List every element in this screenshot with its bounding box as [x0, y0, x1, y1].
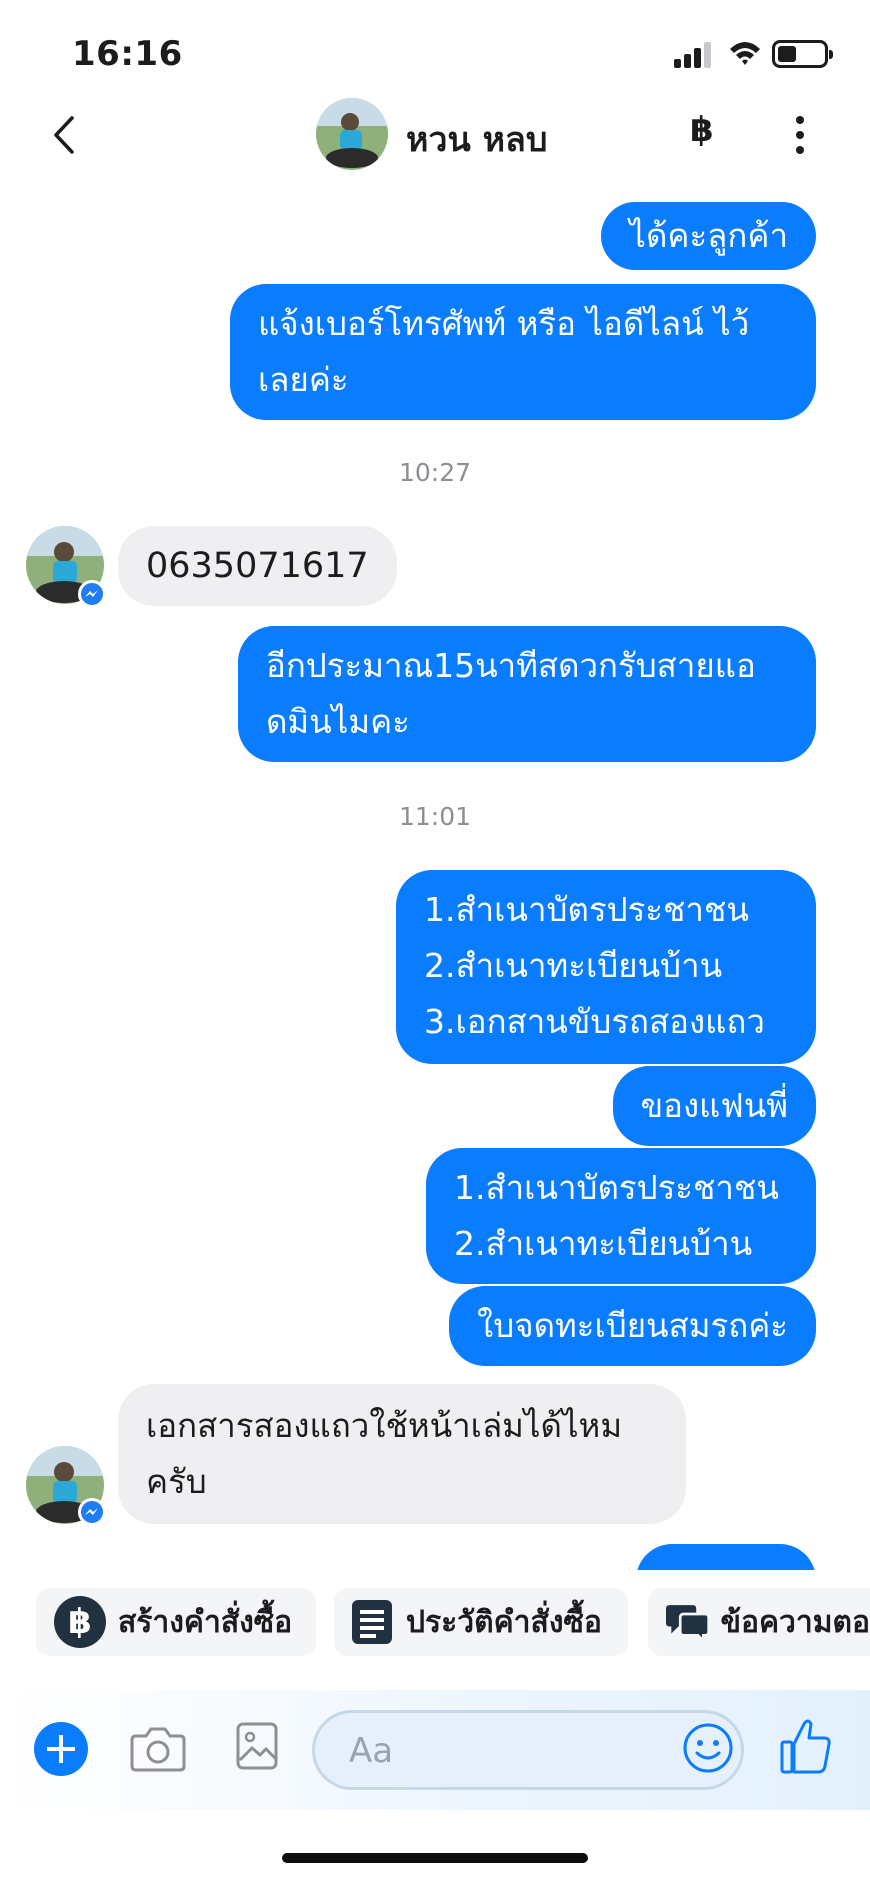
baht-payment-icon[interactable]: ฿	[690, 110, 714, 150]
messenger-badge-icon	[78, 580, 106, 608]
battery-icon	[772, 40, 833, 68]
create-order-label: สร้างคำสั่งซื้อ	[118, 1604, 293, 1640]
message-text: 2.สำเนาทะเบียนบ้าน	[454, 1224, 753, 1263]
message-composer: Aa	[0, 1690, 870, 1810]
message-input[interactable]: Aa	[312, 1710, 744, 1790]
outgoing-message[interactable]: 1.สำเนาบัตรประชาชน 2.สำเนาทะเบียนบ้าน	[426, 1148, 816, 1284]
message-text: อีกประมาณ15นาทีสดวกรับสายแอ	[266, 646, 756, 685]
contact-avatar[interactable]	[316, 98, 388, 170]
auto-reply-button[interactable]: ข้อความตอ	[648, 1588, 870, 1656]
outgoing-message[interactable]: 1.สำเนาบัตรประชาชน 2.สำเนาทะเบียนบ้าน 3.…	[396, 870, 816, 1064]
message-text: ได้คะลูกค้า	[629, 216, 788, 255]
chat-bubbles-icon	[666, 1605, 710, 1644]
message-text: 3.เอกสานขับรถสองแถว	[424, 1002, 765, 1041]
thumbs-up-icon[interactable]	[780, 1716, 832, 1776]
outgoing-message[interactable]: อีกประมาณ15นาทีสดวกรับสายแอ ดมินไมคะ	[238, 626, 816, 762]
timestamp: 11:01	[398, 802, 472, 831]
order-history-button[interactable]: ประวัติคำสั่งซื้อ	[334, 1588, 628, 1656]
message-text: 1.สำเนาบัตรประชาชน	[424, 890, 749, 929]
wifi-icon	[730, 42, 760, 65]
home-indicator[interactable]	[282, 1853, 588, 1863]
auto-reply-label: ข้อความตอ	[720, 1604, 870, 1640]
message-text: ของแฟนพี่	[640, 1086, 788, 1125]
message-text: แจ้งเบอร์โทรศัพท์ หรือ ไอดีไลน์ ไว้	[258, 304, 750, 343]
outgoing-message[interactable]: ใบจดทะเบียนสมรถค่ะ	[449, 1286, 816, 1366]
list-icon	[352, 1600, 392, 1644]
message-text: เลยค่ะ	[258, 360, 349, 399]
incoming-message[interactable]: เอกสารสองแถวใช้หน้าเล่มได้ไหม ครับ	[118, 1384, 686, 1524]
back-arrow-icon[interactable]	[48, 114, 84, 156]
message-list[interactable]: ได้คะลูกค้า แจ้งเบอร์โทรศัพท์ หรือ ไอดีไ…	[0, 180, 870, 1570]
messenger-badge-icon	[78, 1498, 106, 1526]
message-text: 0635071617	[146, 546, 369, 586]
message-text: ใบจดทะเบียนสมรถค่ะ	[477, 1306, 788, 1345]
gallery-icon[interactable]	[236, 1722, 278, 1770]
plus-icon[interactable]	[34, 1722, 88, 1776]
timestamp: 10:27	[398, 458, 472, 487]
incoming-message[interactable]: 0635071617	[118, 526, 397, 606]
message-input-placeholder: Aa	[349, 1731, 394, 1771]
emoji-icon[interactable]	[682, 1722, 734, 1774]
outgoing-message[interactable]: ของแฟนพี่	[612, 1066, 816, 1146]
message-text: เอกสารสองแถวใช้หน้าเล่มได้ไหม	[146, 1406, 623, 1445]
message-text: ดมินไมคะ	[266, 702, 410, 741]
message-text: 1.สำเนาบัตรประชาชน	[454, 1168, 779, 1207]
more-options-icon[interactable]	[790, 116, 810, 156]
message-text: 2.สำเนาทะเบียนบ้าน	[424, 946, 723, 985]
outgoing-message[interactable]: ได้คะลูกค้า	[601, 202, 816, 270]
order-history-label: ประวัติคำสั่งซื้อ	[406, 1604, 602, 1640]
status-time: 16:16	[72, 34, 183, 74]
outgoing-message[interactable]: แจ้งเบอร์โทรศัพท์ หรือ ไอดีไลน์ ไว้ เลยค…	[230, 284, 816, 420]
contact-name[interactable]: หวน หลบ	[406, 112, 547, 166]
message-text: ครับ	[146, 1462, 207, 1501]
quick-actions-bar: ฿ สร้างคำสั่งซื้อ ประวัติคำสั่งซื้อ ข้อค…	[0, 1580, 870, 1660]
chat-header: หวน หลบ ฿	[0, 90, 870, 180]
outgoing-message-partial[interactable]	[636, 1544, 816, 1570]
cellular-signal-icon	[674, 42, 711, 68]
camera-icon[interactable]	[130, 1726, 186, 1772]
create-order-button[interactable]: ฿ สร้างคำสั่งซื้อ	[36, 1588, 316, 1656]
baht-icon: ฿	[54, 1596, 106, 1648]
